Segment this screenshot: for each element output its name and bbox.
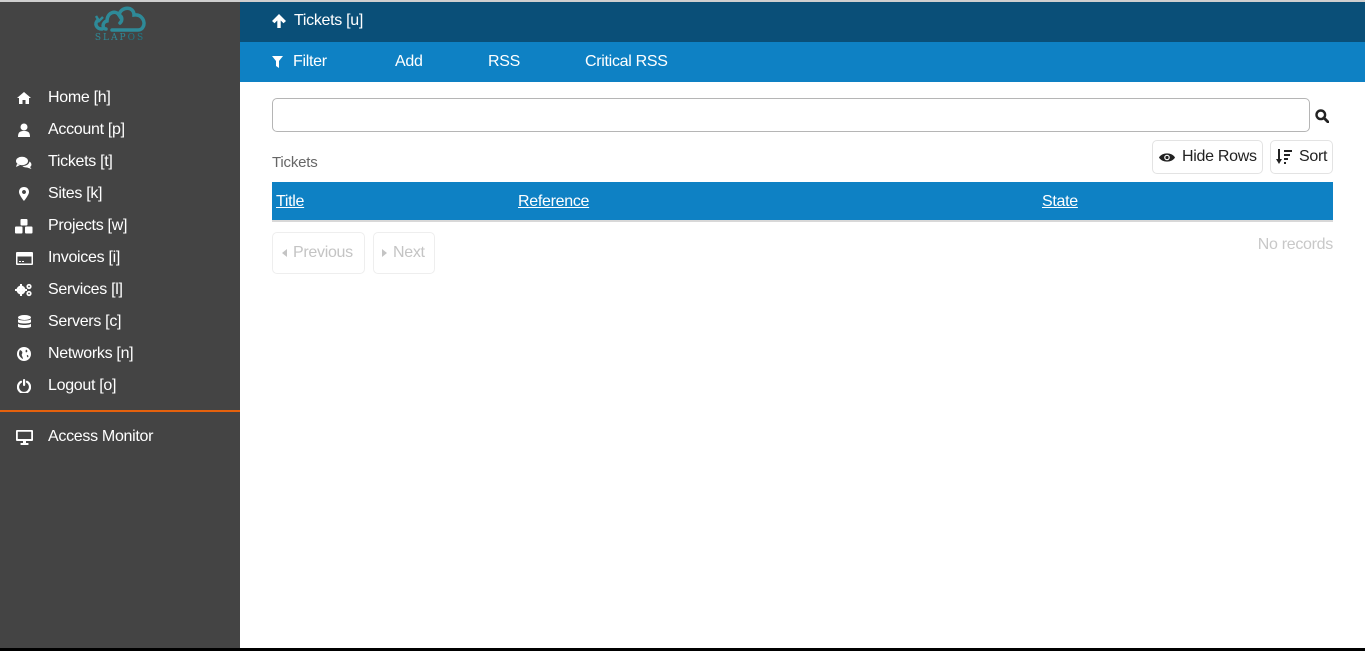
breadcrumb-label: Tickets [u] [294, 12, 364, 29]
sidebar-item-home[interactable]: Home [h] [0, 82, 240, 114]
page-header: Tickets [u] [240, 0, 1365, 42]
rss-label: RSS [488, 53, 520, 70]
previous-label: Previous [293, 244, 353, 261]
list-title: Tickets [272, 154, 318, 171]
user-icon [0, 123, 48, 137]
sidebar-item-services[interactable]: Services [l] [0, 274, 240, 306]
power-off-icon [0, 379, 48, 393]
filter-button[interactable]: Filter [272, 53, 327, 71]
sidebar-item-networks[interactable]: Networks [n] [0, 338, 240, 370]
previous-page-button[interactable]: Previous [272, 232, 365, 274]
sidebar-item-sites[interactable]: Sites [k] [0, 178, 240, 210]
sidebar-item-servers[interactable]: Servers [c] [0, 306, 240, 338]
sidebar-item-label: Servers [c] [48, 313, 122, 330]
sort-button[interactable]: Sort [1270, 140, 1333, 174]
comments-icon [0, 156, 48, 169]
caret-left-icon [282, 249, 287, 257]
caret-right-icon [382, 249, 387, 257]
breadcrumb-up-link[interactable]: Tickets [u] [272, 12, 363, 30]
sidebar-divider [0, 410, 240, 412]
hide-rows-button[interactable]: Hide Rows [1152, 140, 1263, 174]
arrow-up-icon [272, 14, 286, 28]
sidebar-item-account[interactable]: Account [p] [0, 114, 240, 146]
sidebar-item-label: Sites [k] [48, 185, 103, 202]
desktop-icon [0, 429, 48, 445]
next-page-button[interactable]: Next [373, 232, 435, 274]
sidebar-item-tickets[interactable]: Tickets [t] [0, 146, 240, 178]
globe-icon [0, 347, 48, 361]
sort-icon [1276, 149, 1292, 164]
sidebar-item-label: Logout [o] [48, 377, 117, 394]
sidebar-item-logout[interactable]: Logout [o] [0, 370, 240, 402]
cloud-logo-icon [94, 6, 146, 32]
filter-label: Filter [293, 53, 327, 70]
sort-label: Sort [1299, 148, 1328, 165]
map-marker-icon [0, 187, 48, 201]
column-header-title[interactable]: Title [276, 193, 304, 211]
eye-icon [1159, 152, 1175, 162]
home-icon [0, 92, 48, 104]
next-label: Next [393, 244, 425, 261]
critical-rss-button[interactable]: Critical RSS [585, 53, 668, 71]
slapos-logo[interactable]: SLAPOS [0, 0, 240, 82]
add-label: Add [395, 53, 423, 70]
gears-icon [0, 283, 48, 297]
sidebar: SLAPOS Home [h] Account [p] Tickets [t] … [0, 0, 240, 651]
critical-rss-label: Critical RSS [585, 53, 668, 70]
sidebar-nav: Home [h] Account [p] Tickets [t] Sites [… [0, 82, 240, 453]
table-header: Title Reference State [272, 182, 1333, 222]
database-icon [0, 314, 48, 330]
column-header-state[interactable]: State [1042, 193, 1078, 211]
search-icon [1315, 109, 1329, 123]
sidebar-item-access-monitor[interactable]: Access Monitor [0, 421, 240, 453]
sidebar-item-label: Services [l] [48, 281, 123, 298]
sidebar-item-label: Projects [w] [48, 217, 128, 234]
add-button[interactable]: Add [395, 53, 423, 71]
logo-text-os: OS [127, 33, 146, 43]
window-top-edge [0, 0, 1365, 2]
sidebar-item-invoices[interactable]: Invoices [i] [0, 242, 240, 274]
credit-card-icon [0, 251, 48, 265]
sidebar-item-label: Networks [n] [48, 345, 134, 362]
no-records-text: No records [1257, 236, 1334, 253]
sidebar-item-label: Invoices [i] [48, 249, 120, 266]
cubes-icon [0, 218, 48, 234]
column-header-reference[interactable]: Reference [518, 193, 589, 211]
hide-rows-label: Hide Rows [1182, 148, 1257, 165]
sidebar-item-projects[interactable]: Projects [w] [0, 210, 240, 242]
search-input[interactable] [272, 98, 1310, 132]
action-toolbar: Filter Add RSS Critical RSS [240, 42, 1365, 82]
sidebar-item-label: Access Monitor [48, 428, 154, 445]
sidebar-item-label: Account [p] [48, 121, 125, 138]
search-button[interactable] [1312, 106, 1332, 126]
filter-icon [272, 56, 283, 68]
rss-button[interactable]: RSS [488, 53, 520, 71]
logo-text-slap: SLAP [94, 33, 128, 43]
logo-text: SLAPOS [0, 33, 240, 43]
sidebar-item-label: Home [h] [48, 89, 111, 106]
sidebar-item-label: Tickets [t] [48, 153, 113, 170]
